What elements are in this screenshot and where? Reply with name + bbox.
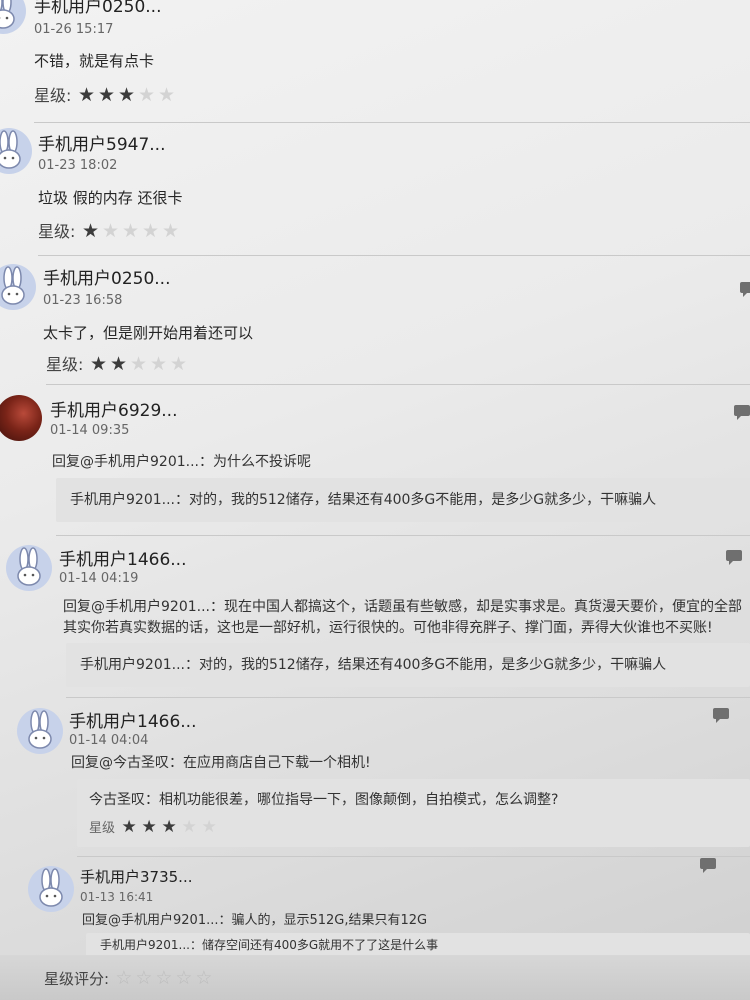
user-avatar[interactable] xyxy=(0,128,32,174)
star-empty-icon: ★ xyxy=(169,353,188,375)
star-empty-icon: ★ xyxy=(141,220,160,242)
reply-text: 回复@手机用户9201...：现在中国人都搞这个，话题虽有些敏感，却是实事求是。… xyxy=(63,599,742,615)
user-avatar[interactable] xyxy=(6,545,52,591)
quoted-comment: 手机用户9201...：对的，我的512储存，结果还有400多G不能用，是多少G… xyxy=(56,478,750,522)
review-time: 01-14 04:04 xyxy=(69,733,149,748)
quoted-rating: 星级 ★ ★ ★ ★ ★ xyxy=(89,817,750,837)
rating-label: 星级 xyxy=(89,821,116,836)
star-filled-icon: ★ xyxy=(141,817,157,837)
star-empty-icon[interactable]: ☆ xyxy=(194,967,214,989)
star-filled-icon: ★ xyxy=(121,817,137,837)
user-avatar[interactable] xyxy=(0,0,26,34)
rating-label: 星级: xyxy=(46,355,84,374)
rabbit-avatar-icon xyxy=(1,266,25,305)
rating-label: 星级: xyxy=(38,222,76,241)
quoted-text: 手机用户9201...：储存空间还有400多G就用不了了这是什么事 xyxy=(100,938,439,952)
divider xyxy=(34,122,750,123)
review-text: 不错，就是有点卡 xyxy=(34,52,155,70)
rabbit-avatar-icon xyxy=(0,130,21,169)
star-empty-icon: ★ xyxy=(161,220,180,242)
star-empty-icon: ★ xyxy=(149,353,168,375)
review-time: 01-13 16:41 xyxy=(80,890,154,904)
review-rating: 星级: ★ ★ ★ ★ ★ xyxy=(34,82,177,106)
star-filled-icon: ★ xyxy=(89,353,108,375)
review-username: 手机用户1466... xyxy=(69,712,197,732)
review-time: 01-14 09:35 xyxy=(50,423,130,438)
divider xyxy=(38,255,750,256)
star-empty-icon: ★ xyxy=(157,84,176,106)
divider xyxy=(77,856,750,857)
rating-input-label: 星级评分: xyxy=(44,970,110,988)
rabbit-avatar-icon xyxy=(17,547,41,586)
rabbit-avatar-icon xyxy=(28,710,52,749)
review-time: 01-23 18:02 xyxy=(38,158,118,173)
review-text: 太卡了，但是刚开始用着还可以 xyxy=(43,324,254,342)
review-time: 01-26 15:17 xyxy=(34,22,114,37)
comment-icon[interactable] xyxy=(740,282,750,297)
star-empty-icon[interactable]: ☆ xyxy=(174,967,194,989)
star-empty-icon[interactable]: ☆ xyxy=(154,967,174,989)
review-username: 手机用户3735... xyxy=(80,868,193,886)
quoted-text: 手机用户9201...：对的，我的512储存，结果还有400多G不能用，是多少G… xyxy=(80,657,667,673)
divider xyxy=(66,697,750,698)
quoted-comment: 手机用户9201...：对的，我的512储存，结果还有400多G不能用，是多少G… xyxy=(66,643,750,687)
quoted-text: 手机用户9201...：对的，我的512储存，结果还有400多G不能用，是多少G… xyxy=(70,492,657,508)
reply-text: 回复@手机用户9201...：为什么不投诉呢 xyxy=(52,454,311,470)
star-empty-icon: ★ xyxy=(129,353,148,375)
star-filled-icon: ★ xyxy=(97,84,116,106)
comment-icon[interactable] xyxy=(726,550,742,565)
rating-input[interactable]: 星级评分: ☆ ☆ ☆ ☆ ☆ xyxy=(44,967,214,989)
review-rating: 星级: ★ ★ ★ ★ ★ xyxy=(46,351,189,375)
review-time: 01-23 16:58 xyxy=(43,293,123,308)
review-username: 手机用户6929... xyxy=(50,401,178,421)
user-avatar[interactable] xyxy=(28,866,74,912)
star-empty-icon: ★ xyxy=(181,817,197,837)
rabbit-avatar-icon xyxy=(0,0,15,29)
reply-text: 回复@今古圣叹：在应用商店自己下载一个相机! xyxy=(71,755,371,771)
star-filled-icon: ★ xyxy=(81,220,100,242)
rating-label: 星级: xyxy=(34,86,72,105)
star-empty-icon[interactable]: ☆ xyxy=(114,967,134,989)
quoted-comment: 今古圣叹：相机功能很差，哪位指导一下，图像颠倒，自拍模式，怎么调整? 星级 ★ ★… xyxy=(77,779,750,847)
reply-text: 回复@手机用户9201...：骗人的，显示512G,结果只有12G xyxy=(82,913,428,928)
star-empty-icon: ★ xyxy=(137,84,156,106)
star-empty-icon[interactable]: ☆ xyxy=(134,967,154,989)
star-filled-icon: ★ xyxy=(117,84,136,106)
quoted-comment: 手机用户9201...：储存空间还有400多G就用不了了这是什么事 xyxy=(86,933,750,957)
comment-icon[interactable] xyxy=(713,708,729,723)
review-username: 手机用户5947... xyxy=(38,135,166,155)
rabbit-avatar-icon xyxy=(39,868,63,907)
user-avatar[interactable] xyxy=(17,708,63,754)
star-empty-icon: ★ xyxy=(101,220,120,242)
review-username: 手机用户0250... xyxy=(43,269,171,289)
star-filled-icon: ★ xyxy=(109,353,128,375)
review-username: 手机用户0250... xyxy=(34,0,162,17)
review-rating: 星级: ★ ★ ★ ★ ★ xyxy=(38,218,181,242)
divider xyxy=(56,535,750,536)
quoted-text: 今古圣叹：相机功能很差，哪位指导一下，图像颠倒，自拍模式，怎么调整? xyxy=(89,792,559,808)
user-avatar[interactable] xyxy=(0,264,36,310)
star-filled-icon: ★ xyxy=(77,84,96,106)
comment-icon[interactable] xyxy=(734,405,750,420)
user-avatar[interactable] xyxy=(0,395,42,441)
reply-text-continued: 其实你若真实数据的话，这也是一部好机，运行很快的。可他非得充胖子、撑门面，弄得大… xyxy=(63,620,713,636)
star-empty-icon: ★ xyxy=(201,817,217,837)
star-empty-icon: ★ xyxy=(121,220,140,242)
review-username: 手机用户1466... xyxy=(59,550,187,570)
review-time: 01-14 04:19 xyxy=(59,571,139,586)
star-filled-icon: ★ xyxy=(161,817,177,837)
review-text: 垃圾 假的内存 还很卡 xyxy=(38,189,183,207)
divider xyxy=(46,384,750,385)
comment-icon[interactable] xyxy=(700,858,716,873)
rating-input-bar: 星级评分: ☆ ☆ ☆ ☆ ☆ xyxy=(0,955,750,1000)
